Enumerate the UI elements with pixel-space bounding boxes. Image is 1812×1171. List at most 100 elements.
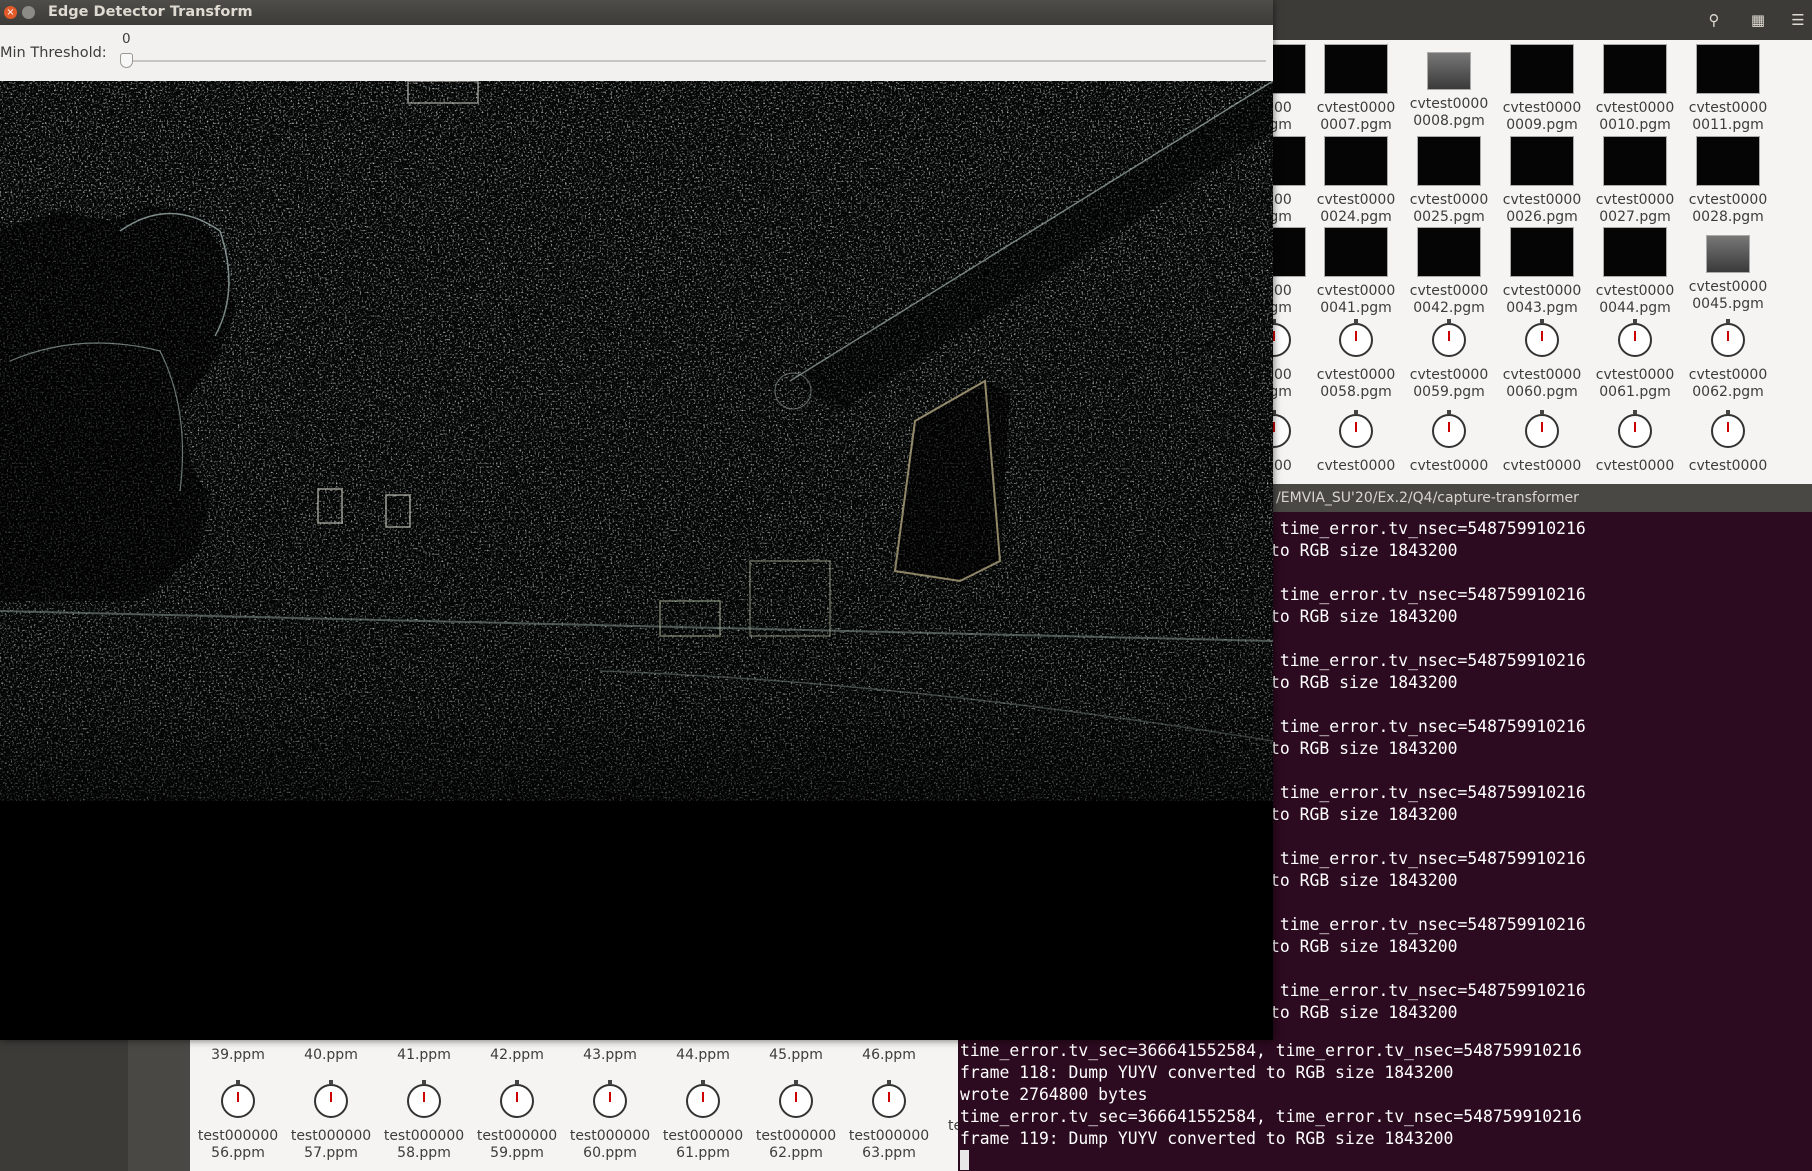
file-icon[interactable]: test000000 61.ppm (657, 1080, 749, 1162)
image-thumbnail (1603, 44, 1667, 94)
file-icon[interactable]: cvtest0000 0058.pgm (1310, 319, 1402, 401)
edge-detected-image (0, 81, 1273, 801)
file-name: 46.ppm (862, 1047, 916, 1063)
image-thumbnail (1270, 44, 1306, 94)
file-name: 62.ppm (769, 1145, 823, 1161)
file-name: cvtest0000 (1409, 283, 1489, 299)
terminal-window[interactable]: /EMVIA_SU'20/Ex.2/Q4/capture-transformer… (1270, 484, 1812, 1171)
threshold-slider-track[interactable] (124, 60, 1266, 62)
terminal-line: to RGB size 1843200 (1270, 937, 1458, 956)
file-icon[interactable]: cvtest0000 (1310, 410, 1402, 475)
stopwatch-icon (407, 1080, 441, 1118)
stopwatch-icon (1270, 410, 1291, 448)
file-name: 44.ppm (676, 1047, 730, 1063)
image-thumbnail (1510, 44, 1574, 94)
terminal-title: /EMVIA_SU'20/Ex.2/Q4/capture-transformer (1270, 484, 1812, 512)
file-icon[interactable]: cvtest0000 0026.pgm (1496, 136, 1588, 226)
file-icon[interactable]: cvtest0000 0007.pgm (1310, 44, 1402, 134)
file-name: cvtest0000 (1409, 192, 1489, 208)
stopwatch-icon (872, 1080, 906, 1118)
file-icon[interactable]: cvtest0000 0062.pgm (1682, 319, 1774, 401)
file-icon[interactable]: cvtest0000 (1682, 410, 1774, 475)
view-toggle-icon[interactable]: ▦ (1744, 8, 1772, 32)
file-name: test000000 (476, 1128, 558, 1144)
file-icon[interactable]: cvtest0000 0010.pgm (1589, 44, 1681, 134)
file-icon[interactable]: cvtest0000 (1496, 410, 1588, 475)
file-name: 60.ppm (583, 1145, 637, 1161)
terminal-line: time_error.tv_nsec=548759910216 (1270, 981, 1586, 1000)
threshold-slider-handle[interactable] (120, 53, 133, 68)
file-name: test000000 (290, 1128, 372, 1144)
menu-icon[interactable]: ☰ (1784, 8, 1812, 32)
file-icon[interactable]: cvtest0000 0028.pgm (1682, 136, 1774, 226)
file-name: 57.ppm (304, 1145, 358, 1161)
file-icon[interactable]: cvtest0000 0059.pgm (1403, 319, 1495, 401)
terminal-cursor (960, 1150, 969, 1170)
stopwatch-icon (314, 1080, 348, 1118)
terminal-line: to RGB size 1843200 (1270, 871, 1458, 890)
minimize-icon[interactable] (22, 6, 35, 19)
file-name: 0010.pgm (1599, 117, 1671, 133)
terminal-line: to RGB size 1843200 (1270, 673, 1458, 692)
file-icon[interactable]: cvtest0000 0041.pgm (1310, 227, 1402, 317)
file-name: 61.ppm (676, 1145, 730, 1161)
file-icon[interactable]: cvtest0000 0045.pgm (1682, 227, 1774, 313)
file-name: 0011.pgm (1692, 117, 1764, 133)
file-icon[interactable]: test000000 56.ppm (192, 1080, 284, 1162)
file-name: 42.ppm (490, 1047, 544, 1063)
file-icon[interactable]: cvtest0000 0011.pgm (1682, 44, 1774, 134)
close-icon[interactable]: × (4, 6, 17, 19)
stopwatch-icon (686, 1080, 720, 1118)
file-name: cvtest0000 (1688, 192, 1768, 208)
stopwatch-icon (779, 1080, 813, 1118)
file-icon[interactable]: cvtest0000 0044.pgm (1589, 227, 1681, 317)
file-icon[interactable]: test000000 62.ppm (750, 1080, 842, 1162)
image-thumbnail (1324, 227, 1388, 277)
file-icon[interactable]: cvtest0000 0025.pgm (1403, 136, 1495, 226)
terminal-line: to RGB size 1843200 (1270, 739, 1458, 758)
window-titlebar[interactable]: × Edge Detector Transform (0, 0, 1273, 25)
terminal-line: time_error.tv_sec=366641552584, time_err… (960, 1041, 1266, 1060)
file-name: cvtest0000 (1409, 96, 1489, 112)
file-name: cvtest0000 (1502, 100, 1582, 116)
stopwatch-icon (500, 1080, 534, 1118)
file-icon[interactable]: test000000 58.ppm (378, 1080, 470, 1162)
file-icon[interactable]: cvtest0000 0043.pgm (1496, 227, 1588, 317)
terminal-line: to RGB size 1843200 (1270, 1003, 1458, 1022)
file-icon[interactable]: test000000 59.ppm (471, 1080, 563, 1162)
file-icon[interactable]: test000000 63.ppm (843, 1080, 935, 1162)
file-name: cvtest0000 (1316, 458, 1396, 474)
file-icon[interactable]: cvtest0000 (1403, 410, 1495, 475)
terminal-line: frame 118: Dump YUYV converted to RGB si… (1270, 1063, 1454, 1082)
stopwatch-icon (221, 1080, 255, 1118)
file-icon[interactable]: cvtest0000 0027.pgm (1589, 136, 1681, 226)
file-icon[interactable]: cvtest0000 (1589, 410, 1681, 475)
terminal-line: time_error.tv_nsec=548759910216 (1270, 783, 1586, 802)
file-icon[interactable]: cvtest0000 0024.pgm (1310, 136, 1402, 226)
terminal-line: time_error.tv_nsec=548759910216 (1270, 849, 1586, 868)
file-icon[interactable]: cvtest0000 0009.pgm (1496, 44, 1588, 134)
file-icon[interactable]: cvtest0000 0061.pgm (1589, 319, 1681, 401)
stopwatch-icon (1618, 410, 1652, 448)
file-name: 39.ppm (211, 1047, 265, 1063)
terminal-line: time_error.tv_nsec=548759910216 (1270, 717, 1586, 736)
file-name: test000000 (569, 1128, 651, 1144)
file-name: test000000 (755, 1128, 837, 1144)
stopwatch-icon (593, 1080, 627, 1118)
file-name-fragment: te (948, 1118, 958, 1134)
file-name: 0044.pgm (1599, 300, 1671, 316)
stopwatch-icon (1618, 319, 1652, 357)
file-icon[interactable]: cvtest0000 0042.pgm (1403, 227, 1495, 317)
terminal-line: time_error.tv_nsec=548759910216 (1270, 585, 1586, 604)
file-icon[interactable]: test000000 60.ppm (564, 1080, 656, 1162)
image-thumbnail (1696, 136, 1760, 186)
image-thumbnail (1417, 227, 1481, 277)
file-icon[interactable]: cvtest0000 0060.pgm (1496, 319, 1588, 401)
image-thumbnail (1417, 136, 1481, 186)
file-icon[interactable]: cvtest0000 0008.pgm (1403, 44, 1495, 130)
stopwatch-icon (1432, 319, 1466, 357)
file-name: 56.ppm (211, 1145, 265, 1161)
search-icon[interactable]: ⚲ (1700, 8, 1728, 32)
file-icon[interactable]: test000000 57.ppm (285, 1080, 377, 1162)
terminal-line: to RGB size 1843200 (1270, 541, 1458, 560)
